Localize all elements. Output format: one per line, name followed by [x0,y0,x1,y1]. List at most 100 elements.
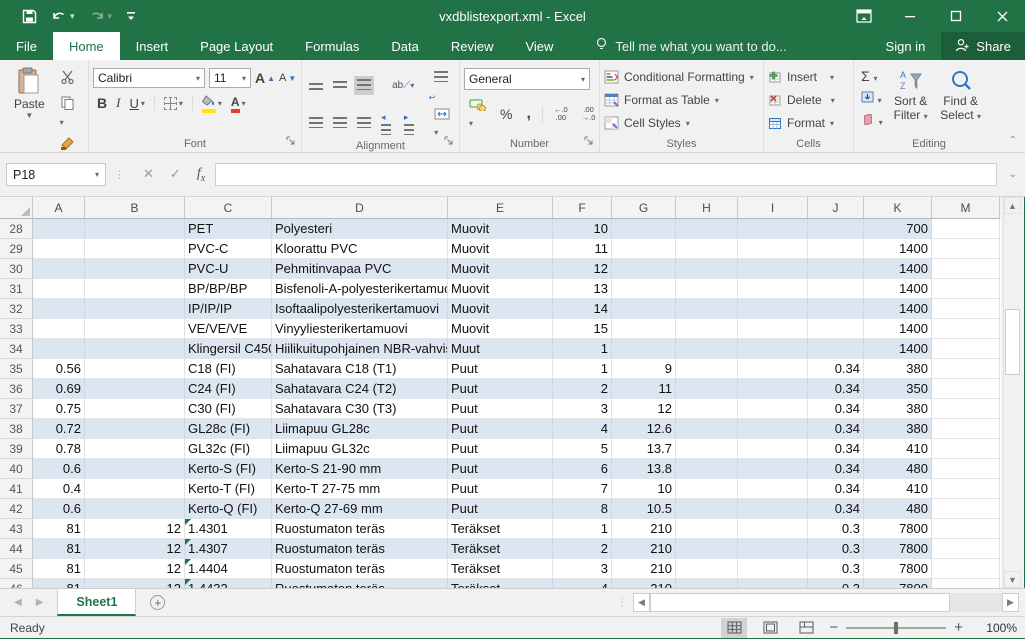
cell-I42[interactable] [738,499,808,519]
cell-M31[interactable] [932,279,1000,299]
cell-H34[interactable] [676,339,738,359]
page-break-view-button[interactable] [793,618,819,638]
cell-C45[interactable]: 1.4404 [185,559,272,579]
cell-E30[interactable]: Muovit [448,259,553,279]
cell-I33[interactable] [738,319,808,339]
cell-K45[interactable]: 7800 [864,559,932,579]
fill-color-button[interactable]: ▾ [202,94,222,113]
cell-I39[interactable] [738,439,808,459]
cell-D30[interactable]: Pehmitinvapaa PVC [272,259,448,279]
cell-I35[interactable] [738,359,808,379]
cell-K40[interactable]: 480 [864,459,932,479]
insert-function-icon[interactable]: fx [197,166,205,184]
cut-button[interactable] [57,68,82,89]
cell-M43[interactable] [932,519,1000,539]
bottom-align-button[interactable] [354,76,374,95]
tab-splitter-icon[interactable]: ⋮ [617,597,627,608]
fill-button[interactable]: ▾ [858,89,886,108]
cell-D35[interactable]: Sahatavara C18 (T1) [272,359,448,379]
cell-F39[interactable]: 5 [553,439,612,459]
cell-E35[interactable]: Puut [448,359,553,379]
cell-D42[interactable]: Kerto-Q 27-69 mm [272,499,448,519]
horizontal-scrollbar[interactable]: ⋮ ◀ ▶ [617,593,1019,612]
zoom-out-button[interactable]: − [829,619,838,636]
cell-F29[interactable]: 11 [553,239,612,259]
cell-K37[interactable]: 380 [864,399,932,419]
cell-A30[interactable] [33,259,85,279]
cell-E42[interactable]: Puut [448,499,553,519]
cell-G44[interactable]: 210 [612,539,676,559]
cell-C44[interactable]: 1.4307 [185,539,272,559]
row-header-29[interactable]: 29 [0,239,33,259]
cell-J28[interactable] [808,219,864,239]
cell-F40[interactable]: 6 [553,459,612,479]
cell-A39[interactable]: 0.78 [33,439,85,459]
column-header-A[interactable]: A [33,197,85,219]
tab-view[interactable]: View [509,32,569,60]
cell-H46[interactable] [676,579,738,588]
cell-E36[interactable]: Puut [448,379,553,399]
cell-H29[interactable] [676,239,738,259]
decrease-font-size-button[interactable]: A▼ [279,72,296,84]
scroll-down-icon[interactable]: ▼ [1004,571,1021,588]
cell-C33[interactable]: VE/VE/VE [185,319,272,339]
cell-E43[interactable]: Teräkset [448,519,553,539]
borders-button[interactable]: ▾ [164,97,183,110]
cell-J34[interactable] [808,339,864,359]
tab-file[interactable]: File [0,32,53,60]
redo-dropdown-icon[interactable]: ▾ [108,11,113,22]
cell-H44[interactable] [676,539,738,559]
vertical-scrollbar[interactable]: ▲ ▼ [1003,197,1020,588]
cell-D44[interactable]: Ruostumaton teräs [272,539,448,559]
cell-G36[interactable]: 11 [612,379,676,399]
cell-B40[interactable] [85,459,185,479]
cell-I30[interactable] [738,259,808,279]
cell-M46[interactable] [932,579,1000,588]
align-left-button[interactable] [306,114,326,133]
cell-E29[interactable]: Muovit [448,239,553,259]
cell-D34[interactable]: Hiilikuitupohjainen NBR-vahvistettu [272,339,448,359]
cell-J46[interactable]: 0.3 [808,579,864,588]
cell-H40[interactable] [676,459,738,479]
cell-E41[interactable]: Puut [448,479,553,499]
cell-A40[interactable]: 0.6 [33,459,85,479]
cell-C37[interactable]: C30 (FI) [185,399,272,419]
cell-H32[interactable] [676,299,738,319]
cell-B29[interactable] [85,239,185,259]
cell-J35[interactable]: 0.34 [808,359,864,379]
cell-M34[interactable] [932,339,1000,359]
increase-indent-button[interactable]: ▸ [401,106,420,140]
cell-M30[interactable] [932,259,1000,279]
cell-I40[interactable] [738,459,808,479]
cell-M35[interactable] [932,359,1000,379]
cell-A31[interactable] [33,279,85,299]
row-header-41[interactable]: 41 [0,479,33,499]
cell-M39[interactable] [932,439,1000,459]
cell-G31[interactable] [612,279,676,299]
row-header-33[interactable]: 33 [0,319,33,339]
cell-B32[interactable] [85,299,185,319]
cell-G42[interactable]: 10.5 [612,499,676,519]
cell-K30[interactable]: 1400 [864,259,932,279]
row-header-46[interactable]: 46 [0,579,33,588]
row-header-43[interactable]: 43 [0,519,33,539]
font-size-combo[interactable]: 11▾ [209,68,251,88]
cell-J33[interactable] [808,319,864,339]
cell-D37[interactable]: Sahatavara C30 (T3) [272,399,448,419]
autosum-button[interactable]: Σ ▾ [858,66,886,86]
cell-H43[interactable] [676,519,738,539]
row-header-45[interactable]: 45 [0,559,33,579]
cell-G33[interactable] [612,319,676,339]
cell-M32[interactable] [932,299,1000,319]
cancel-entry-icon[interactable]: ✕ [143,166,154,182]
name-box[interactable]: P18▾ [6,163,106,186]
cell-J37[interactable]: 0.34 [808,399,864,419]
row-header-39[interactable]: 39 [0,439,33,459]
cell-G29[interactable] [612,239,676,259]
cell-F31[interactable]: 13 [553,279,612,299]
number-format-combo[interactable]: General▾ [464,68,590,90]
close-button[interactable] [979,0,1025,32]
cell-C46[interactable]: 1.4432 [185,579,272,588]
zoom-slider-thumb[interactable] [894,622,898,634]
cell-I29[interactable] [738,239,808,259]
